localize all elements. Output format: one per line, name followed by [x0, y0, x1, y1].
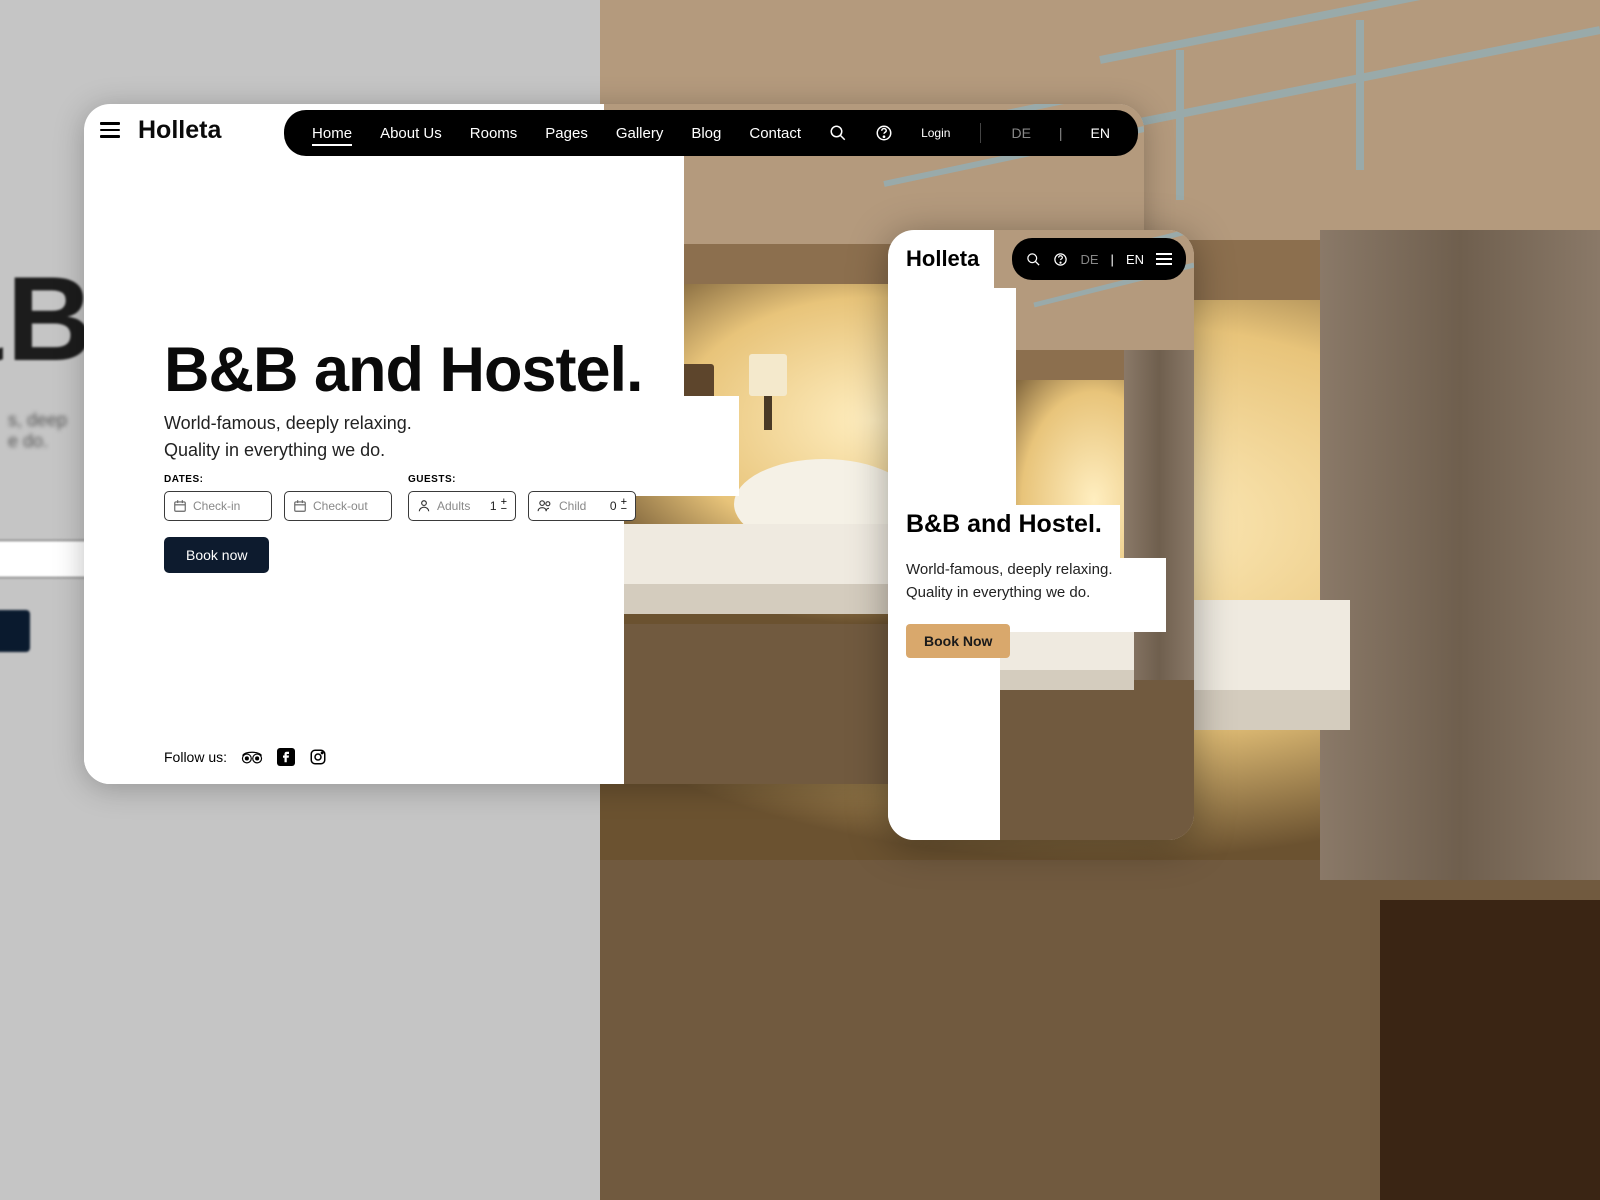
lang-de[interactable]: DE	[1011, 125, 1030, 141]
search-icon[interactable]	[829, 124, 847, 142]
brand-logo[interactable]: Holleta	[138, 116, 221, 145]
person-icon	[417, 499, 431, 513]
people-icon	[537, 499, 553, 513]
mobile-nav: DE | EN	[1012, 238, 1186, 280]
mobile-brand[interactable]: Holleta	[906, 246, 979, 272]
adults-value: 1	[490, 499, 497, 513]
main-nav: Home About Us Rooms Pages Gallery Blog C…	[284, 110, 1138, 156]
mobile-preview: Holleta DE | EN B&B and Hostel. World-fa…	[888, 230, 1194, 840]
nav-about[interactable]: About Us	[380, 125, 442, 142]
nav-contact[interactable]: Contact	[749, 125, 801, 142]
mobile-menu-icon[interactable]	[1156, 250, 1172, 268]
menu-icon[interactable]	[100, 118, 120, 142]
mobile-lang-sep: |	[1111, 252, 1114, 267]
mobile-hero-title: B&B and Hostel.	[906, 510, 1102, 539]
checkout-placeholder: Check-out	[313, 499, 368, 513]
mobile-hero-subtitle: World-famous, deeply relaxing. Quality i…	[906, 558, 1156, 605]
calendar-icon	[293, 499, 307, 513]
guests-label: GUESTS:	[408, 474, 636, 485]
ghost-subtitle: s, deep e do.	[8, 410, 67, 452]
ghost-button	[0, 610, 30, 652]
nav-rooms[interactable]: Rooms	[470, 125, 518, 142]
hero-subtitle: World-famous, deeply relaxing. Quality i…	[164, 410, 464, 464]
nav-gallery[interactable]: Gallery	[616, 125, 664, 142]
calendar-icon	[173, 499, 187, 513]
nav-home[interactable]: Home	[312, 125, 352, 142]
ghost-title: &B	[0, 250, 93, 388]
mobile-help-icon[interactable]	[1053, 252, 1068, 267]
mobile-lang-en[interactable]: EN	[1126, 252, 1144, 267]
hero-title: B&B and Hostel.	[164, 334, 643, 406]
child-value: 0	[610, 499, 617, 513]
mobile-book-button[interactable]: Book Now	[906, 624, 1010, 658]
checkin-field[interactable]: Check-in	[164, 491, 272, 521]
adults-stepper[interactable]: +−	[501, 499, 507, 513]
adults-field[interactable]: Adults 1 +−	[408, 491, 516, 521]
checkin-placeholder: Check-in	[193, 499, 240, 513]
booking-form: DATES: Check-in Check-out GUESTS:	[164, 474, 764, 573]
facebook-icon[interactable]	[277, 748, 295, 766]
lang-en[interactable]: EN	[1091, 125, 1110, 141]
mobile-lang-de[interactable]: DE	[1080, 252, 1098, 267]
mobile-search-icon[interactable]	[1026, 252, 1041, 267]
child-label: Child	[559, 499, 586, 513]
child-field[interactable]: Child 0 +−	[528, 491, 636, 521]
checkout-field[interactable]: Check-out	[284, 491, 392, 521]
adults-label: Adults	[437, 499, 470, 513]
nav-blog[interactable]: Blog	[691, 125, 721, 142]
login-link[interactable]: Login	[921, 126, 950, 140]
social-links: Follow us:	[164, 748, 327, 766]
lang-separator: |	[1059, 125, 1063, 141]
book-button[interactable]: Book now	[164, 537, 269, 573]
help-icon[interactable]	[875, 124, 893, 142]
nav-pages[interactable]: Pages	[545, 125, 588, 142]
child-stepper[interactable]: +−	[621, 499, 627, 513]
instagram-icon[interactable]	[309, 748, 327, 766]
dates-label: DATES:	[164, 474, 392, 485]
social-label: Follow us:	[164, 749, 227, 765]
tripadvisor-icon[interactable]	[241, 749, 263, 765]
